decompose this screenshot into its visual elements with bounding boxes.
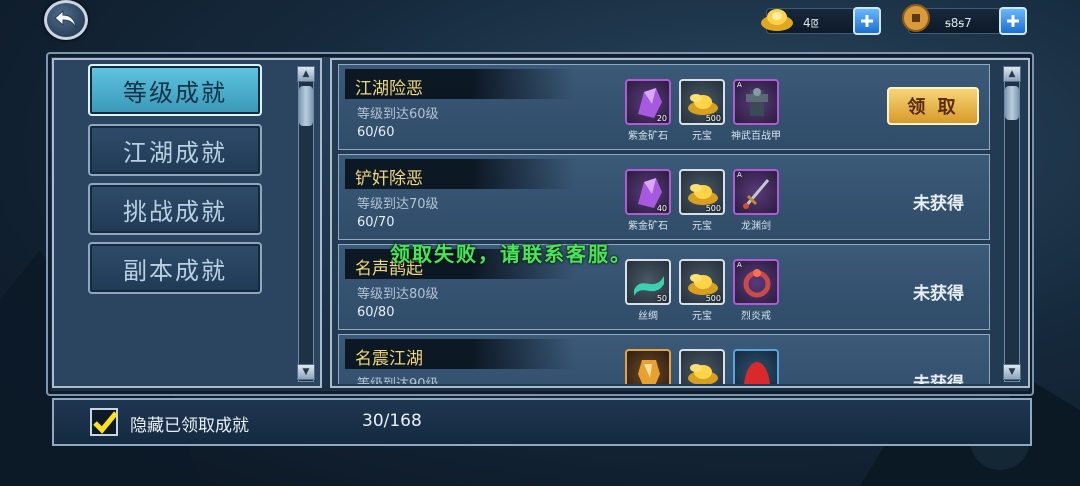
reward-name: 龙渊剑	[741, 221, 771, 232]
reward-item[interactable]: A	[733, 259, 779, 305]
gold-ingot-icon	[688, 364, 718, 384]
achievement-list[interactable]: 江湖险恶 等级到达60级 60/60 20 紫金矿石 500 元宝 A 神武百战…	[338, 64, 990, 384]
status-not-obtained: 未获得	[913, 194, 964, 214]
reward-item[interactable]: 500	[679, 259, 725, 305]
reward-name: 烈炎戒	[741, 311, 771, 322]
achievement-row: 铲奸除恶 等级到达70级 60/70 40 紫金矿石 500 元宝 A 龙渊剑 …	[338, 154, 990, 240]
sword-icon	[743, 179, 770, 209]
hide-claimed-checkbox[interactable]	[90, 408, 118, 436]
category-scroll-down-button[interactable]: ▼	[297, 364, 315, 380]
achievement-progress: 60/60	[357, 125, 395, 140]
reward-item[interactable]: A	[733, 79, 779, 125]
achievement-progress: 60/80	[357, 305, 395, 320]
tab-jianghu-achievement[interactable]: 江湖成就	[88, 124, 262, 176]
achievement-requirement: 等级到达80级	[357, 287, 439, 302]
back-button[interactable]	[44, 0, 88, 40]
add-gold-button[interactable]	[853, 7, 881, 35]
list-scroll-up-button[interactable]: ▲	[1003, 66, 1021, 82]
armor-icon	[746, 88, 768, 116]
copper-coin-icon	[902, 4, 930, 32]
ring-icon	[743, 269, 771, 298]
reward-item[interactable]: 500	[679, 79, 725, 125]
reward-item[interactable]: 500	[679, 169, 725, 215]
claim-button[interactable]: 领 取	[887, 87, 979, 125]
reward-item[interactable]: 500	[679, 349, 725, 384]
tab-level-achievement[interactable]: 等级成就	[88, 64, 262, 116]
tab-challenge-achievement[interactable]: 挑战成就	[88, 183, 262, 235]
hide-claimed-label: 隐藏已领取成就	[130, 416, 249, 436]
achievement-requirement: 等级到达70级	[357, 197, 439, 212]
plus-icon	[1007, 15, 1019, 27]
achievement-title: 铲奸除恶	[345, 159, 575, 189]
reward-item[interactable]: A	[733, 169, 779, 215]
gold-ingot-icon	[761, 9, 793, 31]
reward-item[interactable]: 5	[733, 349, 779, 384]
achievement-requirement: 等级到达90级	[357, 373, 439, 384]
gold-amount: 4ꡔ	[803, 16, 820, 30]
reward-item[interactable]: 40	[625, 169, 671, 215]
gold-currency: 4ꡔ	[761, 7, 881, 35]
reward-name: 神武百战甲	[731, 131, 781, 142]
coin-currency: ꟊ8ꟊ7	[902, 4, 1027, 35]
red-dye-icon	[744, 362, 770, 384]
error-toast: 领取失败，请联系客服。	[390, 242, 632, 266]
tab-dungeon-achievement[interactable]: 副本成就	[88, 242, 262, 294]
list-scroll-down-button[interactable]: ▼	[1003, 364, 1021, 380]
status-not-obtained: 未获得	[913, 284, 964, 304]
achievement-title: 名震江湖	[345, 339, 575, 369]
achievement-row: 名震江湖 等级到达90级 20 500 5 未获得	[338, 334, 990, 384]
achievement-progress: 60/70	[357, 215, 395, 230]
back-arrow-icon	[54, 9, 77, 29]
coin-amount: ꟊ8ꟊ7	[945, 16, 972, 30]
achievement-requirement: 等级到达60级	[357, 107, 439, 122]
reward-item[interactable]: 20	[625, 79, 671, 125]
add-coin-button[interactable]	[999, 7, 1027, 35]
achievement-count: 30/168	[362, 411, 422, 431]
reward-item[interactable]: 20	[625, 349, 671, 384]
achievement-row: 江湖险恶 等级到达60级 60/60 20 紫金矿石 500 元宝 A 神武百战…	[338, 64, 990, 150]
achievement-title: 江湖险恶	[345, 69, 575, 99]
category-scroll-thumb[interactable]	[299, 86, 313, 126]
amber-stone-icon	[638, 360, 660, 384]
category-scroll-up-button[interactable]: ▲	[297, 66, 315, 82]
plus-icon	[861, 15, 873, 27]
checkmark-icon	[93, 411, 118, 434]
status-not-obtained: 未获得	[913, 374, 964, 384]
list-scroll-thumb[interactable]	[1005, 86, 1019, 120]
